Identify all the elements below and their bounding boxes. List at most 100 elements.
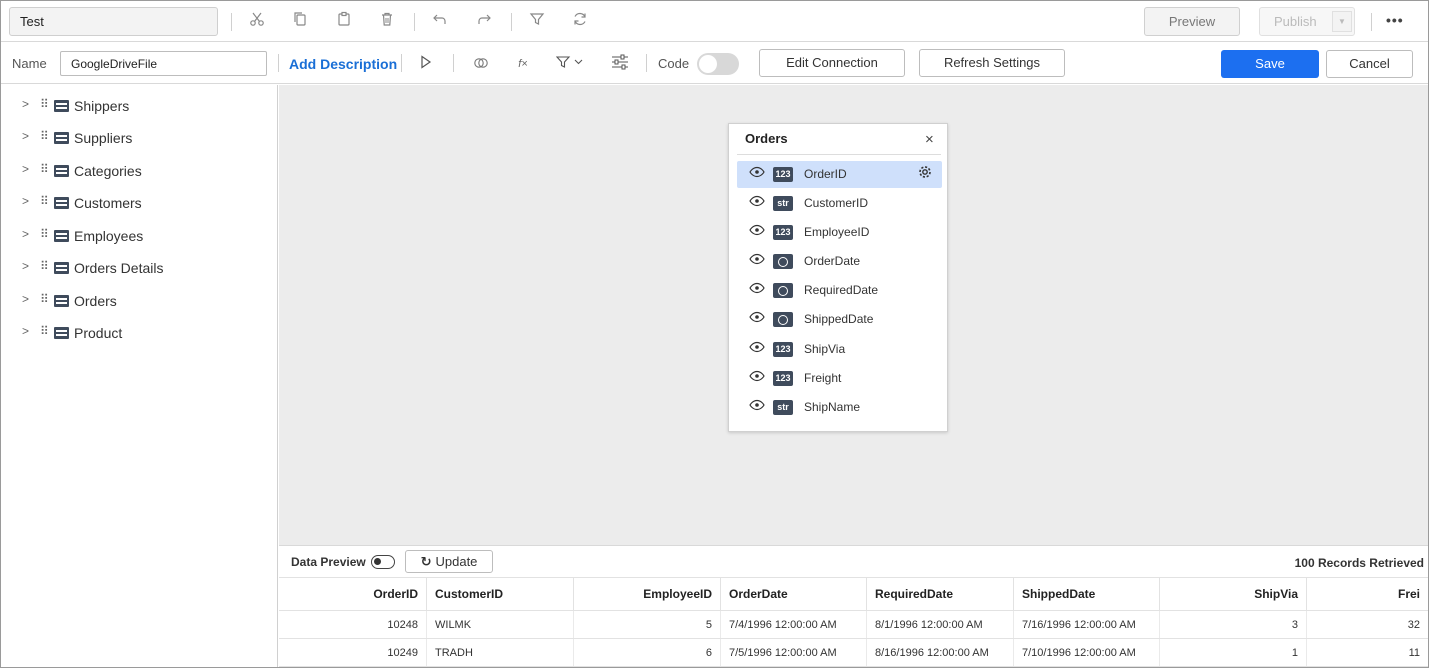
tree-item-orders-details[interactable]: > ⠿ Orders Details <box>1 256 278 280</box>
join-icon[interactable] <box>472 54 490 74</box>
toolbar-divider <box>511 13 512 31</box>
expression-icon[interactable]: f× <box>514 54 532 74</box>
drag-handle-icon[interactable]: ⠿ <box>40 227 49 241</box>
column-header[interactable]: ShippedDate <box>1014 578 1160 610</box>
tree-item-employees[interactable]: > ⠿ Employees <box>1 224 278 248</box>
table-cell: 3 <box>1160 611 1307 638</box>
publish-button[interactable]: Publish ▼ <box>1259 7 1355 36</box>
cancel-button[interactable]: Cancel <box>1326 50 1413 78</box>
save-button[interactable]: Save <box>1221 50 1319 78</box>
field-name: CustomerID <box>804 196 869 210</box>
table-card-title: Orders <box>745 131 788 146</box>
eye-icon[interactable] <box>749 224 765 239</box>
eye-icon[interactable] <box>749 399 765 414</box>
column-header[interactable]: Frei <box>1307 578 1428 610</box>
tree-item-customers[interactable]: > ⠿ Customers <box>1 191 278 215</box>
data-preview-grid: OrderID CustomerID EmployeeID OrderDate … <box>279 577 1428 667</box>
chevron-right-icon[interactable]: > <box>22 97 29 111</box>
filter-dropdown-icon[interactable] <box>553 54 589 74</box>
code-toggle[interactable] <box>697 53 739 75</box>
drag-handle-icon[interactable]: ⠿ <box>40 162 49 176</box>
drag-handle-icon[interactable]: ⠿ <box>40 324 49 338</box>
field-row-orderdate[interactable]: OrderDate <box>737 248 942 275</box>
update-button[interactable]: ↻ Update <box>405 550 493 573</box>
numeric-type-icon: 123 <box>773 167 793 182</box>
field-row-requireddate[interactable]: RequiredDate <box>737 277 942 304</box>
chevron-right-icon[interactable]: > <box>22 259 29 273</box>
table-tree: > ⠿ Shippers > ⠿ Suppliers > ⠿ Categorie… <box>1 85 278 667</box>
datasource-name-input[interactable]: GoogleDriveFile <box>60 51 267 76</box>
run-icon[interactable] <box>418 54 434 74</box>
settings-sliders-icon[interactable] <box>610 54 630 74</box>
add-description-link[interactable]: Add Description <box>289 56 397 72</box>
tree-item-categories[interactable]: > ⠿ Categories <box>1 159 278 183</box>
chevron-down-icon[interactable]: ▼ <box>1332 11 1352 32</box>
paste-icon[interactable] <box>334 11 354 31</box>
column-header[interactable]: RequiredDate <box>867 578 1014 610</box>
preview-button[interactable]: Preview <box>1144 7 1240 36</box>
table-icon <box>54 165 69 177</box>
tree-item-label: Orders Details <box>74 260 164 276</box>
chevron-right-icon[interactable]: > <box>22 194 29 208</box>
tree-item-product[interactable]: > ⠿ Product <box>1 321 278 345</box>
drag-handle-icon[interactable]: ⠿ <box>40 292 49 306</box>
field-row-orderid[interactable]: 123 OrderID <box>737 161 942 188</box>
eye-icon[interactable] <box>749 341 765 356</box>
redo-icon[interactable] <box>474 11 494 31</box>
column-header[interactable]: ShipVia <box>1160 578 1307 610</box>
edit-connection-button[interactable]: Edit Connection <box>759 49 905 77</box>
table-cell: 7/5/1996 12:00:00 AM <box>721 639 867 666</box>
eye-icon[interactable] <box>749 195 765 210</box>
drag-handle-icon[interactable]: ⠿ <box>40 129 49 143</box>
chevron-right-icon[interactable]: > <box>22 227 29 241</box>
table-icon <box>54 327 69 339</box>
data-preview-label: Data Preview <box>291 555 366 569</box>
field-row-shipvia[interactable]: 123 ShipVia <box>737 336 942 363</box>
column-header[interactable]: OrderDate <box>721 578 867 610</box>
filter-icon[interactable] <box>527 11 547 31</box>
refresh-settings-button[interactable]: Refresh Settings <box>919 49 1065 77</box>
table-cell: 1 <box>1160 639 1307 666</box>
eye-icon[interactable] <box>749 282 765 297</box>
eye-icon[interactable] <box>749 370 765 385</box>
data-preview-toggle[interactable] <box>371 555 395 569</box>
delete-icon[interactable] <box>377 11 397 31</box>
table-cell: 7/16/1996 12:00:00 AM <box>1014 611 1160 638</box>
dashboard-title-input[interactable]: Test <box>9 7 218 36</box>
column-header[interactable]: OrderID <box>279 578 427 610</box>
field-row-shipname[interactable]: str ShipName <box>737 394 942 421</box>
eye-icon[interactable] <box>749 253 765 268</box>
publish-label: Publish <box>1274 14 1317 29</box>
eye-icon[interactable] <box>749 311 765 326</box>
field-row-freight[interactable]: 123 Freight <box>737 365 942 392</box>
tree-item-orders[interactable]: > ⠿ Orders <box>1 289 278 313</box>
drag-handle-icon[interactable]: ⠿ <box>40 97 49 111</box>
chevron-right-icon[interactable]: > <box>22 324 29 338</box>
column-header[interactable]: EmployeeID <box>574 578 721 610</box>
table-cell: 5 <box>574 611 721 638</box>
table-card-orders[interactable]: Orders × 123 OrderID str CustomerID 123 <box>728 123 948 432</box>
undo-icon[interactable] <box>430 11 450 31</box>
eye-icon[interactable] <box>749 166 765 181</box>
field-row-employeeid[interactable]: 123 EmployeeID <box>737 219 942 246</box>
cut-icon[interactable] <box>247 11 267 31</box>
string-type-icon: str <box>773 196 793 211</box>
chevron-right-icon[interactable]: > <box>22 162 29 176</box>
field-row-shippeddate[interactable]: ShippedDate <box>737 306 942 333</box>
table-row[interactable]: 10249 TRADH 6 7/5/1996 12:00:00 AM 8/16/… <box>279 639 1428 667</box>
drag-handle-icon[interactable]: ⠿ <box>40 259 49 273</box>
gear-icon[interactable] <box>917 164 933 185</box>
copy-icon[interactable] <box>290 11 310 31</box>
field-row-customerid[interactable]: str CustomerID <box>737 190 942 217</box>
refresh-icon[interactable] <box>570 11 590 31</box>
table-row[interactable]: 10248 WILMK 5 7/4/1996 12:00:00 AM 8/1/1… <box>279 611 1428 639</box>
tree-item-label: Orders <box>74 293 117 309</box>
more-options-icon[interactable]: ••• <box>1386 12 1404 28</box>
chevron-right-icon[interactable]: > <box>22 129 29 143</box>
close-icon[interactable]: × <box>925 131 934 148</box>
drag-handle-icon[interactable]: ⠿ <box>40 194 49 208</box>
chevron-right-icon[interactable]: > <box>22 292 29 306</box>
tree-item-shippers[interactable]: > ⠿ Shippers <box>1 94 278 118</box>
tree-item-suppliers[interactable]: > ⠿ Suppliers <box>1 126 278 150</box>
column-header[interactable]: CustomerID <box>427 578 574 610</box>
